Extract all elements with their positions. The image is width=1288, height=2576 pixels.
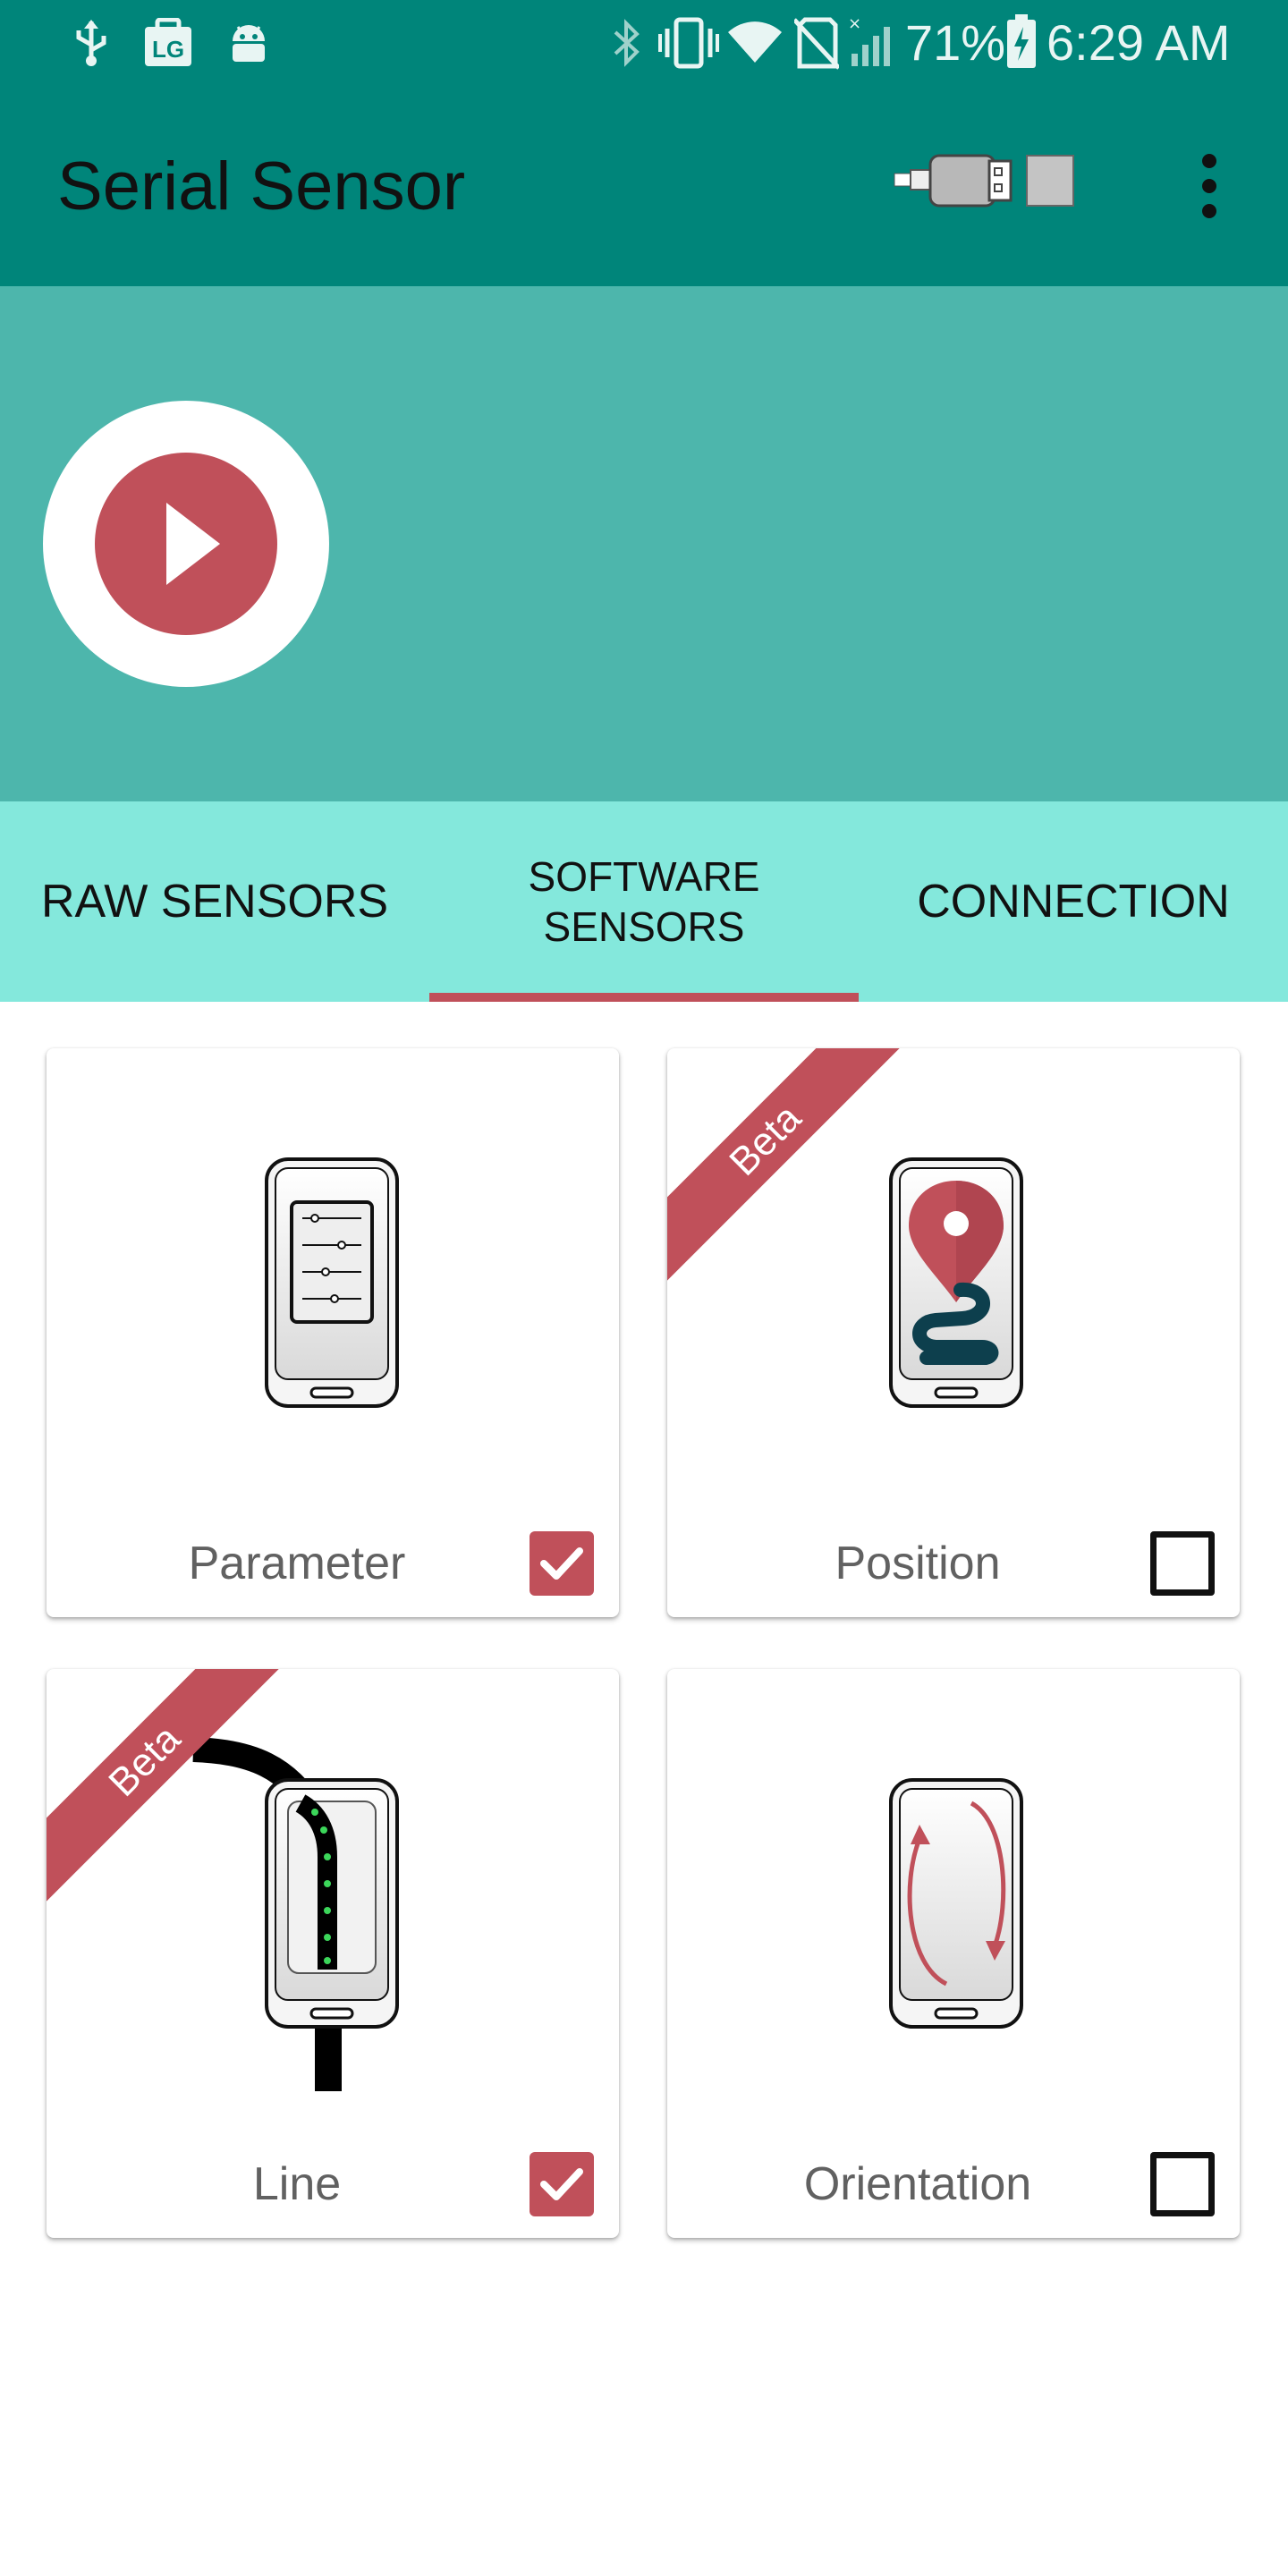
tab-bar: RAW SENSORS SOFTWARE SENSORS CONNECTION xyxy=(0,801,1288,1002)
tab-software-sensors-line2: SENSORS xyxy=(543,903,745,950)
signal-icon: × xyxy=(848,14,890,66)
tab-selected-indicator xyxy=(429,993,859,1002)
status-bar: LG × 71% 6:29 AM xyxy=(0,0,1288,86)
wifi-icon xyxy=(728,21,782,63)
tab-raw-sensors[interactable]: RAW SENSORS xyxy=(0,801,429,1002)
check-icon xyxy=(540,1547,583,1580)
play-button[interactable] xyxy=(43,401,329,687)
lg-icon: LG xyxy=(145,18,191,66)
vibrate-icon xyxy=(658,17,719,69)
svg-text:LG: LG xyxy=(152,36,184,63)
usb-icon xyxy=(76,20,106,66)
beta-label: Beta xyxy=(47,1669,279,1902)
orientation-phone-icon xyxy=(889,1778,1023,2029)
sensor-card-orientation[interactable]: Orientation xyxy=(667,1669,1240,2238)
tab-connection[interactable]: CONNECTION xyxy=(859,801,1288,1002)
parameter-phone-icon xyxy=(265,1157,399,1408)
bluetooth-icon xyxy=(614,19,640,67)
sensor-card-line[interactable]: Beta Line xyxy=(47,1669,619,2238)
sensor-label: Parameter xyxy=(188,1538,406,1589)
check-icon xyxy=(540,2168,583,2200)
usb-connector-icon[interactable] xyxy=(891,152,1079,209)
sensor-label: Position xyxy=(835,1538,1001,1589)
orientation-checkbox[interactable] xyxy=(1150,2152,1215,2216)
parameter-checkbox[interactable] xyxy=(530,1531,594,1596)
beta-ribbon: Beta xyxy=(667,1048,900,1281)
app-bar: Serial Sensor xyxy=(0,86,1288,286)
tab-software-sensors[interactable]: SOFTWARE SENSORS xyxy=(429,801,859,1002)
tab-connection-label: CONNECTION xyxy=(917,876,1230,928)
beta-label: Beta xyxy=(667,1048,900,1281)
sensor-label: Line xyxy=(252,2158,342,2210)
clock-time: 6:29 AM xyxy=(1046,14,1231,71)
line-checkbox[interactable] xyxy=(530,2152,594,2216)
android-debug-icon xyxy=(233,25,265,62)
position-checkbox[interactable] xyxy=(1150,1531,1215,1596)
sensor-card-parameter[interactable]: Parameter xyxy=(47,1048,619,1617)
tab-software-sensors-line1: SOFTWARE xyxy=(528,853,760,900)
more-vert-icon[interactable] xyxy=(1181,148,1238,224)
svg-text:×: × xyxy=(848,14,861,33)
battery-charging-icon xyxy=(1007,14,1036,68)
sensor-label: Orientation xyxy=(803,2158,1032,2210)
sensor-card-position[interactable]: Beta Position xyxy=(667,1048,1240,1617)
play-icon xyxy=(95,453,277,635)
tab-raw-sensors-label: RAW SENSORS xyxy=(40,876,389,928)
app-title: Serial Sensor xyxy=(57,148,466,225)
beta-ribbon: Beta xyxy=(47,1669,279,1902)
hero-panel xyxy=(0,286,1288,801)
battery-percent: 71% xyxy=(905,14,1006,71)
no-sim-icon xyxy=(794,17,839,70)
